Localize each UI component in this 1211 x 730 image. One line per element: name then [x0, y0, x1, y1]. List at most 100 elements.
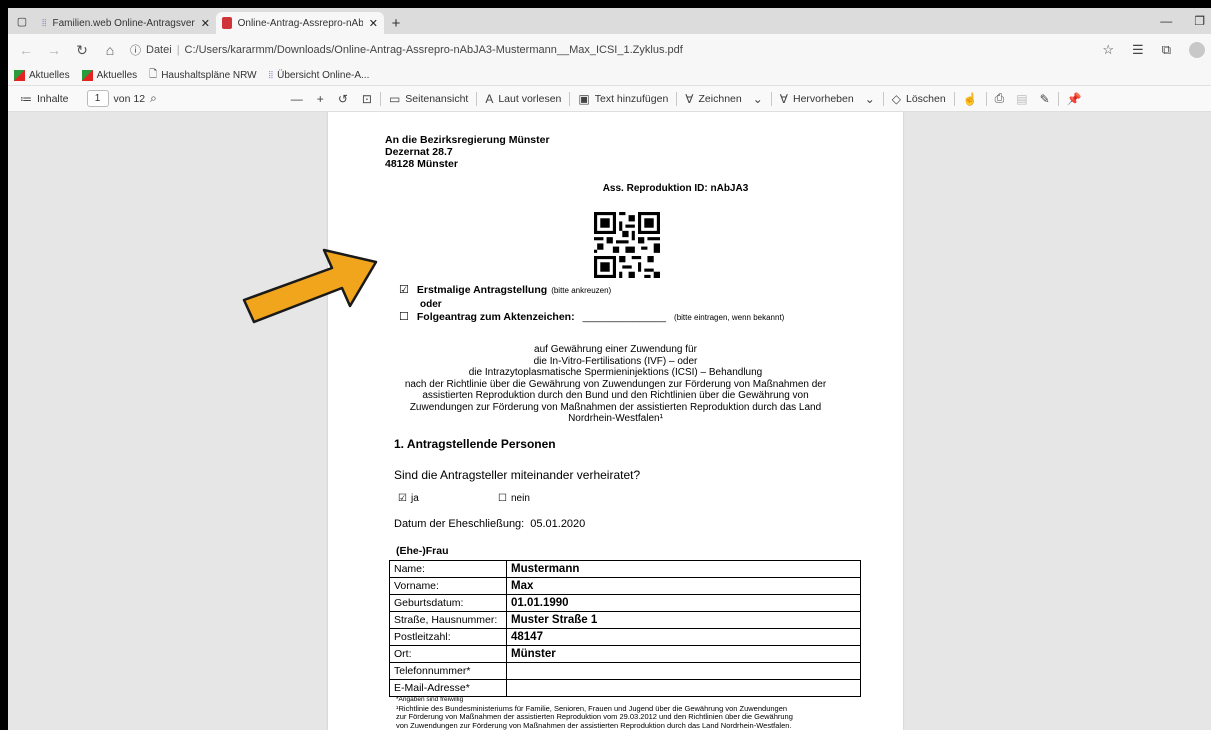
- nrw-logo-icon: [14, 70, 25, 81]
- contents-button[interactable]: ≔ Inhalte: [20, 92, 69, 106]
- table-row: E-Mail-Adresse*: [389, 679, 861, 697]
- zoom-out-icon[interactable]: —: [291, 92, 303, 106]
- save-icon[interactable]: ▤: [1016, 92, 1027, 106]
- tab-pdf[interactable]: Online-Antrag-Assrepro-nAbJA3 ✕: [216, 12, 384, 34]
- row-value: Münster: [506, 645, 861, 663]
- bookmark-aktuelles-1[interactable]: Aktuelles: [14, 70, 70, 81]
- home-icon[interactable]: ⌂: [96, 36, 124, 64]
- erase-button[interactable]: ◇ Löschen: [892, 92, 946, 106]
- fit-page-icon[interactable]: ⊡: [362, 92, 372, 106]
- bookmark-label: Haushaltspläne NRW: [161, 70, 257, 81]
- highlight-icon: ∀: [779, 91, 788, 106]
- text-box-icon: ▣: [578, 91, 590, 106]
- intro-line: assistierten Reproduktion durch den Bund…: [422, 390, 809, 401]
- tab-title: Familien.web Online-Antragsverf: [52, 17, 195, 29]
- nrw-logo-icon: [81, 70, 93, 81]
- erase-label: Löschen: [906, 92, 946, 105]
- toolbar-divider: [476, 91, 478, 106]
- checkbox-unchecked[interactable]: ☐: [498, 493, 507, 504]
- row-value: Max: [506, 577, 861, 595]
- address-line: 48128 Münster: [385, 158, 458, 170]
- bookmark-aktuelles-2[interactable]: Aktuelles: [81, 70, 137, 81]
- option-label: nein: [510, 493, 530, 504]
- close-icon[interactable]: ✕: [201, 17, 210, 30]
- tab-familien-web[interactable]: ⦙⦙ Familien.web Online-Antragsverf ✕: [36, 12, 216, 34]
- forward-icon[interactable]: →: [40, 36, 68, 64]
- browser-window: ▢ ⦙⦙ Familien.web Online-Antragsverf ✕ O…: [8, 8, 1211, 730]
- toolbar-divider: [569, 91, 571, 106]
- reference-id: Ass. Reproduktion ID: nAbJA3: [602, 183, 749, 194]
- row-label: Straße, Hausnummer:: [389, 611, 507, 629]
- favorite-star-icon[interactable]: ☆: [1102, 42, 1114, 58]
- toolbar-divider: [770, 91, 772, 106]
- page-total: von 12: [113, 92, 146, 105]
- checkbox-unchecked[interactable]: ☐: [399, 310, 409, 323]
- bookmark-label: Übersicht Online-A...: [277, 70, 370, 81]
- close-icon[interactable]: ✕: [369, 17, 378, 30]
- highlight-button[interactable]: ∀ Hervorheben ⌄: [780, 92, 875, 106]
- footnotes: *Angaben sind freiwillig ¹Richtlinie des…: [396, 696, 876, 730]
- chevron-down-icon[interactable]: ⌄: [753, 92, 763, 106]
- page-view-label: Seitenansicht: [405, 92, 469, 105]
- new-tab-button[interactable]: +: [384, 12, 408, 34]
- restore-icon[interactable]: ❐: [1194, 14, 1205, 28]
- application-intro: auf Gewährung einer Zuwendung für die In…: [368, 344, 863, 425]
- follow-up-option: ☐ Folgeantrag zum Aktenzeichen: ________…: [399, 310, 784, 323]
- marriage-date-value: 05.01.2020: [530, 518, 586, 530]
- table-row: Vorname: Max: [389, 577, 861, 595]
- print-icon[interactable]: ⎙: [995, 91, 1005, 106]
- zoom-in-icon[interactable]: +: [317, 92, 324, 106]
- row-label: E-Mail-Adresse*: [389, 679, 507, 697]
- intro-line: die In-Vitro-Fertilisations (IVF) – oder: [533, 355, 698, 367]
- back-icon[interactable]: ←: [12, 36, 40, 64]
- marriage-date-label: Datum der Eheschließung:: [394, 518, 525, 530]
- add-text-button[interactable]: ▣ Text hinzufügen: [578, 92, 668, 106]
- url-box[interactable]: ⓘ Datei | C:/Users/kararmm/Downloads/Onl…: [130, 38, 683, 62]
- pin-icon[interactable]: 📌: [1067, 92, 1082, 106]
- eraser-icon: ◇: [891, 91, 901, 106]
- url-separator: |: [176, 44, 180, 56]
- pdf-viewer[interactable]: An die Bezirksregierung Münster Dezernat…: [8, 112, 1211, 730]
- checkbox-checked[interactable]: ☑: [398, 493, 407, 504]
- page-view-icon: ▭: [388, 91, 401, 106]
- row-value: [506, 662, 861, 680]
- table-row: Geburtsdatum: 01.01.1990: [389, 594, 861, 612]
- row-label: Ort:: [389, 645, 507, 663]
- search-icon[interactable]: ⌕: [150, 91, 157, 106]
- minimize-icon[interactable]: —: [1160, 14, 1172, 28]
- bar-chart-icon: ⦙⦙: [42, 17, 47, 29]
- avatar[interactable]: [1189, 42, 1205, 58]
- read-aloud-button[interactable]: A Laut vorlesen: [485, 92, 561, 106]
- married-question: Sind die Antragsteller miteinander verhe…: [394, 468, 641, 482]
- bookmark-uebersicht[interactable]: ⦙⦙ Übersicht Online-A...: [269, 70, 370, 81]
- row-value: 01.01.1990: [506, 594, 861, 612]
- contents-label: Inhalte: [37, 92, 69, 105]
- row-value: [506, 679, 861, 697]
- person-heading: (Ehe-)Frau: [396, 545, 449, 557]
- address-bar: ← → ↻ ⌂ ⓘ Datei | C:/Users/kararmm/Downl…: [8, 34, 1211, 66]
- highlight-label: Hervorheben: [793, 92, 854, 105]
- tab-actions-icon[interactable]: ▢: [8, 8, 36, 34]
- table-row: Straße, Hausnummer: Muster Straße 1: [389, 611, 861, 629]
- intro-line: die Intrazytoplasmatische Spermieninjekt…: [468, 367, 763, 378]
- draw-button[interactable]: ∀ Zeichnen ⌄: [685, 92, 762, 106]
- bookmark-haushaltsplaene[interactable]: 🗋 Haushaltspläne NRW: [149, 67, 256, 84]
- option-label: Erstmalige Antragstellung: [416, 284, 548, 296]
- page-number-input[interactable]: 1: [86, 90, 109, 107]
- rotate-icon[interactable]: ↺: [338, 92, 348, 106]
- save-as-icon[interactable]: ✎: [1040, 92, 1050, 106]
- favorites-list-icon[interactable]: ☰: [1132, 42, 1144, 58]
- page-view-button[interactable]: ▭ Seitenansicht: [389, 92, 468, 106]
- table-row: Telefonnummer*: [389, 662, 861, 680]
- checkbox-checked[interactable]: ☑: [399, 283, 409, 296]
- collections-icon[interactable]: ⧉: [1162, 42, 1171, 58]
- site-info-label: Datei: [146, 44, 172, 56]
- reload-icon[interactable]: ↻: [68, 36, 96, 64]
- touch-icon[interactable]: ☝: [963, 92, 978, 106]
- row-label: Vorname:: [389, 577, 507, 595]
- table-row: Postleitzahl: 48147: [389, 628, 861, 646]
- married-yes-option: ☑ ja: [398, 493, 419, 504]
- person-table: Name: Mustermann Vorname: Max Geburtsdatum…: [389, 560, 861, 697]
- toolbar-divider: [379, 91, 381, 106]
- chevron-down-icon[interactable]: ⌄: [865, 92, 875, 106]
